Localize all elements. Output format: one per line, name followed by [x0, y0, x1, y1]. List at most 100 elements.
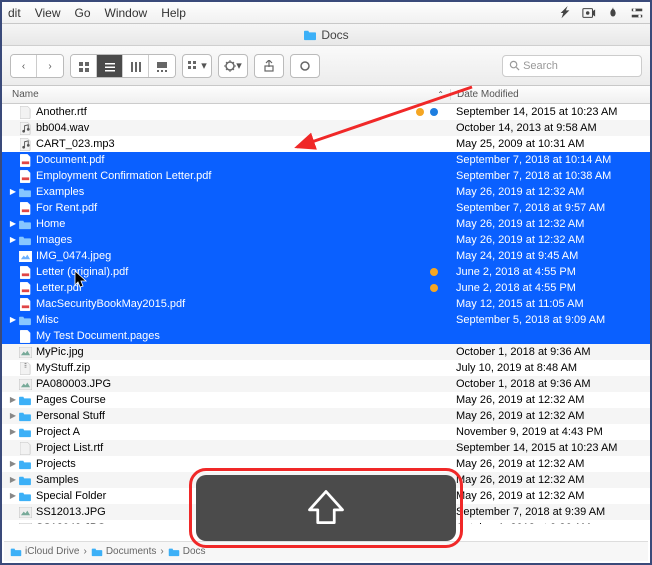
tags-button[interactable]	[290, 54, 320, 78]
disclosure-triangle[interactable]: ▶	[8, 216, 18, 232]
breadcrumb-item[interactable]: Docs	[168, 546, 206, 557]
flame-icon[interactable]	[606, 6, 620, 20]
name-cell: IMG_0474.jpeg	[2, 248, 450, 264]
file-name: Employment Confirmation Letter.pdf	[36, 168, 211, 184]
view-mode-segment-2	[70, 54, 176, 78]
file-name: My Test Document.pages	[36, 328, 160, 344]
disclosure-triangle[interactable]: ▶	[8, 488, 18, 504]
date-cell: September 7, 2018 at 9:39 AM	[450, 504, 650, 520]
menu-dit[interactable]: dit	[8, 6, 21, 20]
quick-action-icon[interactable]	[558, 6, 572, 20]
file-row[interactable]: My Test Document.pages	[2, 328, 650, 344]
file-row[interactable]: bb004.wavOctober 14, 2013 at 9:58 AM	[2, 120, 650, 136]
tag-dot	[430, 284, 438, 292]
gallery-view-button[interactable]	[149, 55, 175, 78]
list-view-button[interactable]	[97, 55, 123, 78]
search-icon	[509, 60, 520, 71]
settings-icon[interactable]	[630, 6, 644, 20]
audio-icon	[18, 122, 32, 134]
file-row[interactable]: ▶MiscSeptember 5, 2018 at 9:09 AM	[2, 312, 650, 328]
menu-window[interactable]: Window	[105, 6, 148, 20]
disclosure-triangle[interactable]: ▶	[8, 184, 18, 200]
nav-forward-button[interactable]: ›	[37, 55, 63, 78]
disclosure-triangle[interactable]: ▶	[8, 456, 18, 472]
disclosure-triangle[interactable]: ▶	[8, 232, 18, 248]
disclosure-triangle[interactable]: ▶	[8, 472, 18, 488]
date-cell: May 26, 2019 at 12:32 AM	[450, 232, 650, 248]
search-field[interactable]: Search	[502, 55, 642, 77]
disclosure-triangle[interactable]: ▶	[8, 392, 18, 408]
date-cell: September 14, 2015 at 10:23 AM	[450, 104, 650, 120]
file-row[interactable]: For Rent.pdfSeptember 7, 2018 at 9:57 AM	[2, 200, 650, 216]
system-menubar: dit View Go Window Help	[2, 2, 650, 24]
file-name: Special Folder	[36, 488, 106, 504]
file-row[interactable]: MacSecurityBookMay2015.pdfMay 12, 2015 a…	[2, 296, 650, 312]
file-row[interactable]: Employment Confirmation Letter.pdfSeptem…	[2, 168, 650, 184]
image-icon	[18, 522, 32, 524]
date-cell: May 26, 2019 at 12:32 AM	[450, 184, 650, 200]
date-cell: May 26, 2019 at 12:32 AM	[450, 216, 650, 232]
date-cell: September 5, 2018 at 9:09 AM	[450, 312, 650, 328]
date-cell: July 10, 2019 at 8:48 AM	[450, 360, 650, 376]
file-row[interactable]: IMG_0474.jpegMay 24, 2019 at 9:45 AM	[2, 248, 650, 264]
file-row[interactable]: PA080003.JPGOctober 1, 2018 at 9:36 AM	[2, 376, 650, 392]
disclosure-triangle[interactable]: ▶	[8, 424, 18, 440]
file-row[interactable]: MyPic.jpgOctober 1, 2018 at 9:36 AM	[2, 344, 650, 360]
file-row[interactable]: ▶HomeMay 26, 2019 at 12:32 AM	[2, 216, 650, 232]
zip-icon	[18, 362, 32, 374]
file-name: Letter (original).pdf	[36, 264, 128, 280]
file-row[interactable]: Letter.pdfJune 2, 2018 at 4:55 PM	[2, 280, 650, 296]
disclosure-triangle[interactable]: ▶	[8, 312, 18, 328]
name-cell: ▶Home	[2, 216, 450, 232]
file-row[interactable]: Document.pdfSeptember 7, 2018 at 10:14 A…	[2, 152, 650, 168]
name-cell: bb004.wav	[2, 120, 450, 136]
path-bar[interactable]: iCloud Drive›Documents›Docs	[4, 541, 648, 561]
file-row[interactable]: CART_023.mp3May 25, 2009 at 10:31 AM	[2, 136, 650, 152]
file-name: Images	[36, 232, 72, 248]
pdf-icon	[18, 266, 32, 278]
breadcrumb-item[interactable]: Documents	[91, 546, 157, 557]
file-row[interactable]: ▶ProjectsMay 26, 2019 at 12:32 AM	[2, 456, 650, 472]
name-cell: ▶Project A	[2, 424, 450, 440]
date-cell: May 26, 2019 at 12:32 AM	[450, 408, 650, 424]
share-button[interactable]	[254, 54, 284, 78]
pdf-icon	[18, 154, 32, 166]
pdf-icon	[18, 282, 32, 294]
file-row[interactable]: ▶Project ANovember 9, 2019 at 4:43 PM	[2, 424, 650, 440]
name-cell: Employment Confirmation Letter.pdf	[2, 168, 450, 184]
name-cell: For Rent.pdf	[2, 200, 450, 216]
name-cell: Another.rtf	[2, 104, 450, 120]
file-row[interactable]: ▶ExamplesMay 26, 2019 at 12:32 AM	[2, 184, 650, 200]
screen-record-icon[interactable]	[582, 6, 596, 20]
file-row[interactable]: ▶ Images May 26, 2019 at 12:32 AM	[2, 232, 650, 248]
column-view-button[interactable]	[123, 55, 149, 78]
pdf-icon	[18, 298, 32, 310]
breadcrumb-item[interactable]: iCloud Drive	[10, 546, 79, 557]
menu-view[interactable]: View	[35, 6, 61, 20]
nav-back-button[interactable]: ‹	[11, 55, 37, 78]
column-date[interactable]: Date Modified	[450, 89, 650, 100]
disclosure-triangle[interactable]: ▶	[8, 408, 18, 424]
column-name[interactable]: Name⌃	[2, 89, 450, 100]
date-cell: September 7, 2018 at 9:57 AM	[450, 200, 650, 216]
pdf-icon	[18, 202, 32, 214]
icon-view-button[interactable]	[71, 55, 97, 78]
date-cell: May 25, 2009 at 10:31 AM	[450, 136, 650, 152]
arrange-button[interactable]: ▾	[182, 54, 212, 78]
file-row[interactable]: Project List.rtfSeptember 14, 2015 at 10…	[2, 440, 650, 456]
file-row[interactable]: Letter (original).pdf June 2, 2018 at 4:5…	[2, 264, 650, 280]
action-button[interactable]: ▾	[218, 54, 248, 78]
image-icon	[18, 250, 32, 262]
file-row[interactable]: Another.rtfSeptember 14, 2015 at 10:23 A…	[2, 104, 650, 120]
file-list[interactable]: Another.rtfSeptember 14, 2015 at 10:23 A…	[2, 104, 650, 524]
menu-go[interactable]: Go	[74, 6, 90, 20]
date-cell: June 2, 2018 at 4:55 PM	[450, 264, 650, 280]
file-name: Project List.rtf	[36, 440, 103, 456]
menu-help[interactable]: Help	[161, 6, 186, 20]
date-cell: May 26, 2019 at 12:32 AM	[450, 472, 650, 488]
folder-icon	[91, 547, 103, 557]
file-name: MyPic.jpg	[36, 344, 84, 360]
file-row[interactable]: MyStuff.zipJuly 10, 2019 at 8:48 AM	[2, 360, 650, 376]
file-row[interactable]: ▶Personal StuffMay 26, 2019 at 12:32 AM	[2, 408, 650, 424]
file-row[interactable]: ▶Pages CourseMay 26, 2019 at 12:32 AM	[2, 392, 650, 408]
